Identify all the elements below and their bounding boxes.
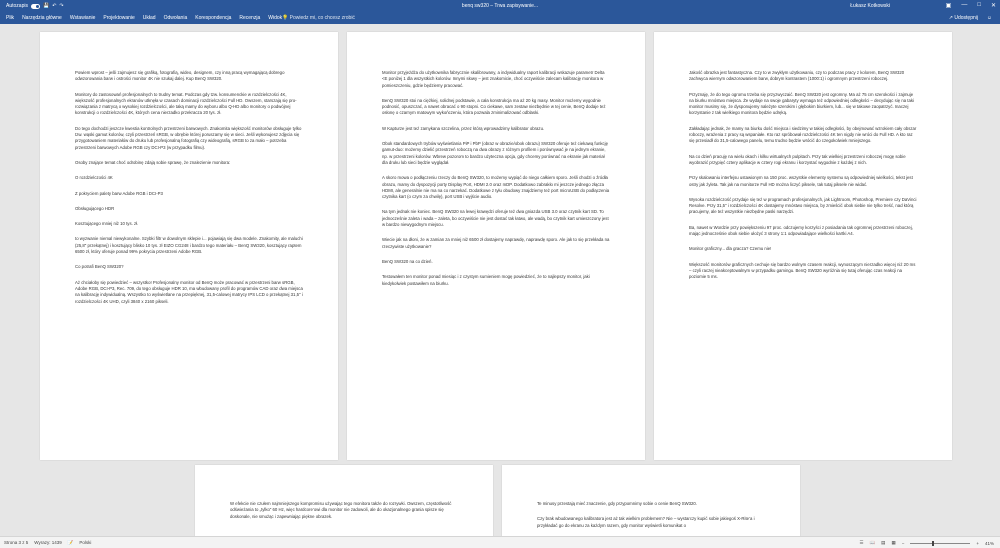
document-paragraph[interactable]: Testowałem ten monitor ponad miesiąc i z… [382, 274, 611, 287]
document-page[interactable]: Te minusy przestają mieć znaczenie, gdy … [502, 465, 800, 536]
read-mode-icon[interactable]: 📖 [870, 540, 876, 546]
tell-me-label: Powiedz mi, co chcesz zrobić [289, 15, 355, 21]
zoom-level[interactable]: 41% [985, 541, 994, 546]
document-paragraph[interactable]: Te minusy przestają mieć znaczenie, gdy … [537, 501, 766, 507]
document-paragraph[interactable]: Wiecie jak na dłoni, że w zamian za mnie… [382, 237, 611, 250]
document-paragraph[interactable]: to wyzwanie niemal niewykonalne. Szybki … [75, 236, 304, 255]
document-paragraph[interactable]: Na tym jednak nie koniec. BenQ SW320 na … [382, 209, 611, 228]
document-paragraph[interactable]: Z pokryciem palety barw Adobe RGB i DCI-… [75, 191, 304, 197]
document-paragraph[interactable]: BenQ SW320 stoi na ciężkiej, solidnej po… [382, 98, 611, 117]
user-name[interactable]: Łukasz Kotkowski [850, 3, 890, 9]
ribbon-tab[interactable]: Widok [268, 15, 282, 21]
zoom-out-button[interactable]: − [902, 541, 905, 546]
document-paragraph[interactable]: A skoro mowa o podłączeniu rzeczy do Ben… [382, 175, 611, 200]
document-paragraph[interactable]: Większość monitorów graficznych cechuje … [689, 262, 918, 281]
tell-me-search[interactable]: 💡 Powiedz mi, co chcesz zrobić [282, 15, 355, 21]
document-paragraph[interactable]: Co potrafi BenQ SW320? [75, 264, 304, 270]
document-paragraph[interactable]: W efekcie nie czułem najmniejszego kompr… [230, 501, 459, 520]
ribbon-tab[interactable]: Projektowanie [103, 15, 134, 21]
proofing-icon[interactable]: 📝 [68, 540, 74, 546]
document-paragraph[interactable]: Ba, nawet w Wordzie przy powiększeniu 97… [689, 225, 918, 238]
comments-icon[interactable]: ☺ [987, 15, 992, 21]
word-count[interactable]: Wyrazy: 1439 [34, 540, 61, 546]
ribbon-tab[interactable]: Plik [6, 15, 14, 21]
web-layout-icon[interactable]: ▦ [891, 540, 895, 546]
ribbon-tab[interactable]: Układ [143, 15, 156, 21]
share-label: Udostępnij [954, 15, 978, 21]
document-page[interactable]: Jakość obrazka jest fantastyczna. Czy to… [654, 32, 952, 460]
document-page[interactable]: Powiem wprost – jeśli zajmujesz się graf… [40, 32, 338, 460]
document-paragraph[interactable]: Przyznaję, że do tego ogromu trzeba się … [689, 92, 918, 117]
page-counter[interactable]: Strona 3 z 5 [4, 540, 28, 546]
document-paragraph[interactable]: Na co dzień pracuję na wielu okach i kil… [689, 154, 918, 167]
document-paragraph[interactable]: Osoby znające temat choć odrobinę zdają … [75, 160, 304, 166]
close-icon[interactable]: ✕ [991, 2, 996, 9]
ribbon-tab[interactable]: Wstawianie [70, 15, 96, 21]
document-paragraph[interactable]: Monitor przyjeżdża do użytkownika fabryc… [382, 70, 611, 89]
document-canvas[interactable]: Powiem wprost – jeśli zajmujesz się graf… [0, 24, 1000, 536]
document-paragraph[interactable]: Kosztującego mniej niż 10 tys. zł. [75, 221, 304, 227]
document-paragraph[interactable]: Obok standardowych trybów wyświetlania P… [382, 141, 611, 166]
document-paragraph[interactable]: Czy brak wbudowanego kalibratora jest aż… [537, 516, 766, 529]
document-paragraph[interactable]: O rozdzielczości 4K [75, 175, 304, 181]
minimize-icon[interactable]: — [961, 2, 967, 9]
document-paragraph[interactable]: BenQ SW320 na co dzień. [382, 259, 611, 265]
status-bar: Strona 3 z 5 Wyrazy: 1439 📝 Polski ☰ 📖 ▤… [0, 536, 1000, 548]
language-indicator[interactable]: Polski [79, 540, 91, 546]
document-paragraph[interactable]: Zakładając jednak, że mamy na biurku doś… [689, 126, 918, 145]
ribbon-tab[interactable]: Korespondencja [195, 15, 231, 21]
document-page[interactable]: Monitor przyjeżdża do użytkownika fabryc… [347, 32, 645, 460]
share-button[interactable]: ↗ Udostępnij [949, 15, 978, 21]
document-paragraph[interactable]: Aż chciałoby się powiedzieć – wszystko! … [75, 280, 304, 305]
document-paragraph[interactable]: W Kapturze jest też zamykana szczelina, … [382, 126, 611, 132]
document-paragraph[interactable]: Obsługującego HDR [75, 206, 304, 212]
zoom-slider[interactable] [910, 540, 971, 546]
ribbon-tab[interactable]: Recenzja [239, 15, 260, 21]
ribbon-tab[interactable]: Odwołania [164, 15, 188, 21]
document-page[interactable]: W efekcie nie czułem najmniejszego kompr… [195, 465, 493, 536]
document-paragraph[interactable]: Do tego dochodzi jeszcze kwestia kontrol… [75, 126, 304, 151]
title-bar: Autozapis 💾 ↶ ↷ benq sw320 – Trwa zapisy… [0, 0, 1000, 12]
print-layout-icon[interactable]: ▤ [881, 540, 885, 546]
document-paragraph[interactable]: Powiem wprost – jeśli zajmujesz się graf… [75, 70, 304, 83]
ribbon-tab[interactable]: Narzędzia główne [22, 15, 62, 21]
focus-icon[interactable]: ☰ [860, 540, 864, 546]
document-paragraph[interactable]: Monitor graficzny... dla gracza? Czemu n… [689, 246, 918, 252]
ribbon-tabs: Plik Narzędzia główne Wstawianie Projektowa… [0, 12, 1000, 24]
document-paragraph[interactable]: Monitory do zastosowań profesjonalnych t… [75, 92, 304, 117]
document-paragraph[interactable]: Jakość obrazka jest fantastyczna. Czy to… [689, 70, 918, 83]
maximize-icon[interactable]: □ [977, 2, 981, 9]
document-paragraph[interactable]: Przy skalowaniu interfejsu ustawionym na… [689, 175, 918, 188]
document-paragraph[interactable]: Wysoka rozdzielczość przydaje się też w … [689, 197, 918, 216]
ribbon-options-icon[interactable]: ▣ [946, 2, 952, 9]
zoom-in-button[interactable]: + [976, 541, 979, 546]
